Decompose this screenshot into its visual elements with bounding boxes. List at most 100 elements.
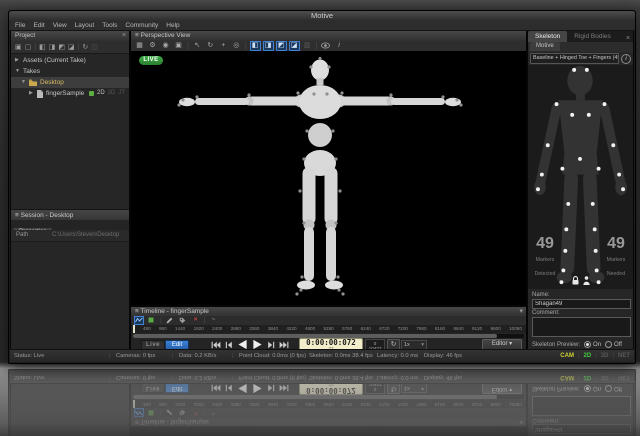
template-row: Baseline + Hinged Toe + Fingers (49) ▾ i [528,52,633,65]
info-icon[interactable]: i [333,41,344,51]
project-tree: ▶ Assets (Current Take) ▼ Takes ▼ Deskto… [11,55,129,99]
toggle-follow-icon[interactable]: ◪ [289,41,300,51]
gear-icon[interactable]: ⚙ [147,41,158,51]
property-row-path[interactable]: Path C:\Users\Steven\Desktop [11,230,129,242]
take-file-icon [37,90,43,98]
step-forward-button[interactable] [267,341,275,349]
menu-edit[interactable]: Edit [33,22,44,29]
session-header-label: Session - Desktop [21,212,74,219]
open-session-icon[interactable]: ◨ [49,43,56,51]
refresh-session-icon[interactable]: ◪ [68,43,75,51]
take-name-label: fingerSample [46,88,84,99]
skeleton-panel: Skeleton Rigid Bodies × Motive Baseline … [528,31,633,349]
pencil-icon[interactable] [165,316,175,325]
timeline-title: Timeline - fingerSample [141,308,209,315]
status-point-cloud: Point Cloud: 0.0ms (0 fps) [239,350,306,362]
capture-icon[interactable]: ▣ [173,41,184,51]
ruler-tick: 1440 [175,325,185,333]
skeleton-name-input[interactable] [532,299,631,309]
camera-icon[interactable]: ◉ [160,41,171,51]
toolbar-divider: | [34,44,36,51]
path-value: C:\Users\Steven\Desktop [52,230,129,241]
delete-x-icon[interactable]: × [191,316,201,325]
tab-rigid-bodies[interactable]: Rigid Bodies [567,31,618,42]
tab-motive[interactable]: Motive [530,42,560,51]
wave-icon[interactable]: ~ [208,316,218,325]
menu-file[interactable]: File [15,22,25,29]
markers-needed-value: 49 [607,235,625,252]
skeleton-create-form: Name: Comment: Skeleton Preview: On Off … [528,289,633,349]
close-icon[interactable]: × [626,35,633,42]
ruler-tick: 8640 [453,325,463,333]
skip-to-end-button[interactable] [279,341,289,349]
playhead-marker[interactable] [133,325,135,333]
menu-layout[interactable]: Layout [75,22,95,29]
person-icon [582,276,590,285]
expander-icon[interactable]: ▼ [15,66,20,77]
project-panel: Project × ▣ ▢ | ◧ ◨ ◩ ◪ | ↻ ◫ ▶ Assets (… [11,31,129,349]
ruler-tick: 10080 [509,325,522,333]
tab-skeleton[interactable]: Skeleton [528,31,567,42]
ruler-tick: 4800 [305,325,315,333]
new-take-icon[interactable]: ▣ [15,43,22,51]
info-icon[interactable]: i [621,54,631,64]
figure-status-icons [571,276,590,285]
status-divider: | [232,350,234,362]
tag-icon[interactable] [178,316,188,325]
menu-view[interactable]: View [53,22,67,29]
title-bar[interactable]: Motive [9,11,635,21]
skeleton-template-dropdown[interactable]: Baseline + Hinged Toe + Fingers (49) ▾ [530,53,619,64]
expander-icon[interactable]: ▼ [21,77,26,88]
comment-input[interactable] [532,317,631,337]
select-arrow-icon[interactable]: ↖ [192,41,203,51]
keyframe-icon[interactable] [147,316,157,325]
menu-community[interactable]: Community [125,22,158,29]
timeline-ruler[interactable]: 480 960 1440 1920 2400 2880 3360 3840 43… [131,325,526,333]
status-divider: | [417,350,419,362]
remove-session-icon[interactable]: ◩ [58,43,65,51]
preview-off-radio[interactable]: Off [605,341,622,348]
tree-item-takes[interactable]: ▼ Takes [11,66,129,77]
viewport-3d-canvas[interactable]: LIVE [131,51,526,305]
zoom-icon[interactable]: ◎ [231,41,242,51]
step-back-button[interactable] [225,341,233,349]
toggle-skeleton-icon[interactable]: ◩ [276,41,287,51]
menu-tools[interactable]: Tools [102,22,117,29]
toggle-extra-icon[interactable]: ▥ [302,41,313,51]
pan-icon[interactable]: + [218,41,229,51]
status-cameras: Cameras: 0 fps [116,350,155,362]
expander-icon[interactable]: ▶ [29,88,34,99]
indicator-3d: 3D [601,353,609,359]
ruler-tick: 5760 [342,325,352,333]
tree-item-assets[interactable]: ▶ Assets (Current Take) [11,55,129,66]
new-session-icon[interactable]: ◧ [39,43,46,51]
grid-icon[interactable]: ▦ [134,41,145,51]
menu-help[interactable]: Help [166,22,179,29]
status-divider: | [302,350,304,362]
perspective-view-panel: ≡ Perspective View ▦ ⚙ ◉ ▣ | ↖ ↻ + ◎ | ◧… [131,31,526,305]
close-icon[interactable]: × [122,31,126,41]
orbit-icon[interactable]: ↻ [205,41,216,51]
ruler-tick: 7200 [398,325,408,333]
import-icon[interactable]: ↻ [82,43,88,51]
panel-menu-icon[interactable]: ≡ [135,308,139,315]
panel-menu-icon[interactable]: ≡ [135,32,139,39]
visibility-eye-icon[interactable] [320,41,331,51]
ruler-tick: 960 [159,325,167,333]
save-take-icon[interactable]: ▢ [25,43,32,51]
perspective-view-title: Perspective View [141,32,191,39]
graph-view-icon[interactable] [134,316,144,325]
assets-label: Assets (Current Take) [23,55,86,66]
tree-item-take-fingersample[interactable]: ▶ fingerSample 2D 3D JT [11,88,129,99]
tree-item-session-desktop[interactable]: ▼ Desktop [11,77,129,88]
status-skeleton: Skeleton: 0.0ms 38.4 fps [309,350,373,362]
preview-on-radio[interactable]: On [584,341,601,348]
toggle-cameras-icon[interactable]: ◨ [263,41,274,51]
export-icon[interactable]: ◫ [91,43,98,51]
expander-icon[interactable]: ▶ [15,55,20,66]
skeleton-preview-area[interactable]: 49 Markers Detected 49 Markers Needed [528,65,633,289]
timeline-controls: Live Edit 0:00:00:072 72 0 10437 [131,338,526,349]
toggle-markers-icon[interactable]: ◧ [250,41,261,51]
live-badge: LIVE [139,56,163,65]
skip-to-start-button[interactable] [211,341,221,349]
